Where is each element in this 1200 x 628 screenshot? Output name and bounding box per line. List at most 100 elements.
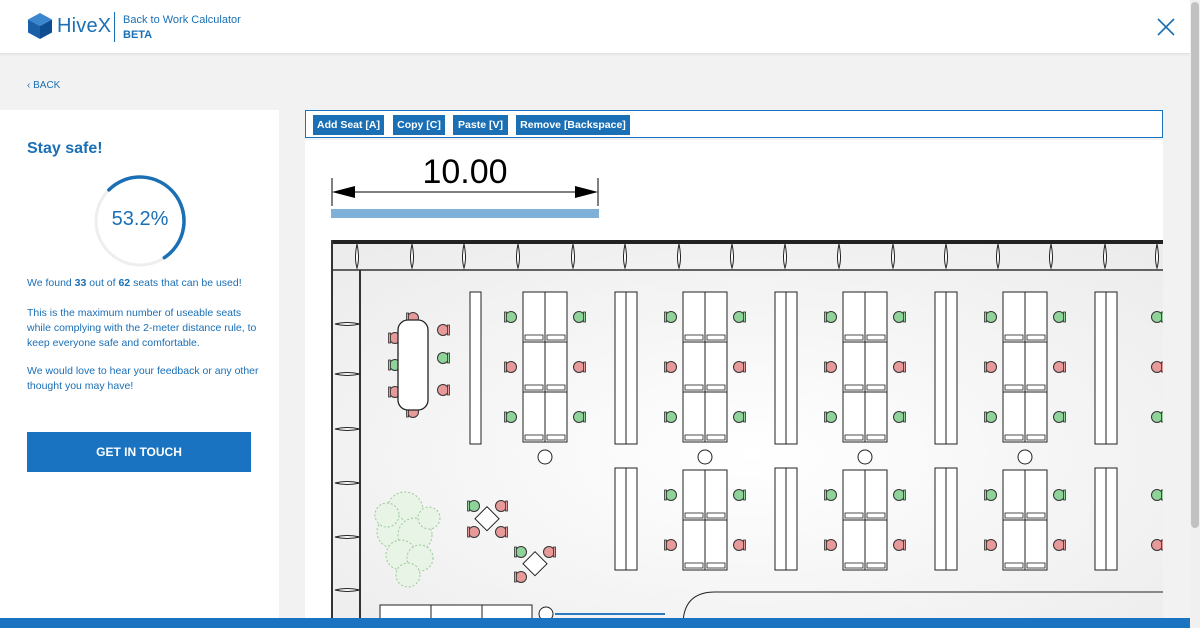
paste-button[interactable]: Paste [V] [453,115,508,135]
seat-cushion [665,411,677,423]
seat[interactable] [893,411,906,423]
seat[interactable] [1053,489,1066,501]
seat[interactable] [495,500,508,512]
seat[interactable] [733,489,746,501]
window-lamp [410,243,414,270]
seat-back [1063,361,1066,373]
close-icon[interactable] [1154,15,1178,39]
logo[interactable]: HiveX [27,12,111,40]
back-link[interactable]: ‹ BACK [27,80,60,91]
seat[interactable] [664,489,677,501]
monitor [706,334,726,341]
seat[interactable] [984,539,997,551]
monitor [1026,334,1046,341]
floorplan-canvas[interactable]: 10.00 [305,140,1163,618]
get-in-touch-button[interactable]: GET IN TOUCH [27,432,251,472]
seat[interactable] [733,361,746,373]
seat-back [583,311,586,323]
seat[interactable] [1151,411,1164,423]
seat-back [984,361,987,373]
seat-cushion [733,361,745,373]
seat-cushion [825,539,837,551]
monitor [866,434,886,441]
seat[interactable] [1151,489,1164,501]
top-bar: HiveX Back to Work Calculator BETA [0,0,1190,54]
seat[interactable] [733,411,746,423]
seat-cushion [573,411,585,423]
floorplan-svg[interactable]: 10.00 [305,140,1163,618]
seat-back [824,489,827,501]
seat-cushion [733,489,745,501]
monitor [524,434,544,441]
seat[interactable] [514,546,527,558]
usable-seat-count: 33 [74,277,87,289]
seat-back [388,359,391,371]
seat[interactable] [984,489,997,501]
seat[interactable] [984,361,997,373]
seat[interactable] [664,311,677,323]
monitor [706,384,726,391]
seat[interactable] [893,361,906,373]
seat[interactable] [893,539,906,551]
seat[interactable] [467,526,480,538]
dimension-label: 10.00 [422,153,507,191]
seat[interactable] [664,411,677,423]
seat[interactable] [893,311,906,323]
seat[interactable] [1151,539,1164,551]
seat-cushion [893,489,905,501]
seat[interactable] [824,539,837,551]
seat[interactable] [573,411,586,423]
seat[interactable] [1151,361,1164,373]
seat[interactable] [824,411,837,423]
seat[interactable] [984,311,997,323]
window-lamp [1155,243,1159,270]
seat[interactable] [543,546,556,558]
seat[interactable] [733,311,746,323]
window-lamp [571,243,575,270]
seat-back [664,411,667,423]
seat[interactable] [495,526,508,538]
seat-cushion [825,361,837,373]
copy-button[interactable]: Copy [C] [393,115,445,135]
scrollbar-thumb[interactable] [1191,2,1199,528]
scrollbar[interactable] [1190,0,1200,628]
seat[interactable] [1053,411,1066,423]
monitor [1004,562,1024,569]
found-prefix: We found [27,277,75,289]
seat[interactable] [437,352,450,364]
seat[interactable] [893,489,906,501]
seat[interactable] [1053,311,1066,323]
seat-back [743,489,746,501]
seat[interactable] [1151,311,1164,323]
seat[interactable] [504,361,517,373]
results-panel: Stay safe! 53.2% We found 33 out of 62 s… [0,110,279,628]
seat[interactable] [984,411,997,423]
seat[interactable] [824,489,837,501]
seat-back [1063,539,1066,551]
seat[interactable] [504,311,517,323]
add-seat-button[interactable]: Add Seat [A] [313,115,384,135]
found-middle: out of [86,277,119,289]
remove-button[interactable]: Remove [Backspace] [516,115,630,135]
wall-lamp [334,588,361,592]
seat[interactable] [437,324,450,336]
seat[interactable] [573,361,586,373]
seat[interactable] [733,539,746,551]
seat-cushion [733,311,745,323]
seat[interactable] [664,361,677,373]
seat[interactable] [514,571,527,583]
seat[interactable] [504,411,517,423]
monitor [866,562,886,569]
monitor [684,562,704,569]
seat[interactable] [664,539,677,551]
seat[interactable] [1053,539,1066,551]
seat[interactable] [467,500,480,512]
seat[interactable] [824,361,837,373]
seat[interactable] [437,384,450,396]
seat[interactable] [824,311,837,323]
seat[interactable] [1053,361,1066,373]
seat-back [553,546,556,558]
seat-cushion [733,539,745,551]
wall-lamp [334,427,361,431]
seat[interactable] [573,311,586,323]
